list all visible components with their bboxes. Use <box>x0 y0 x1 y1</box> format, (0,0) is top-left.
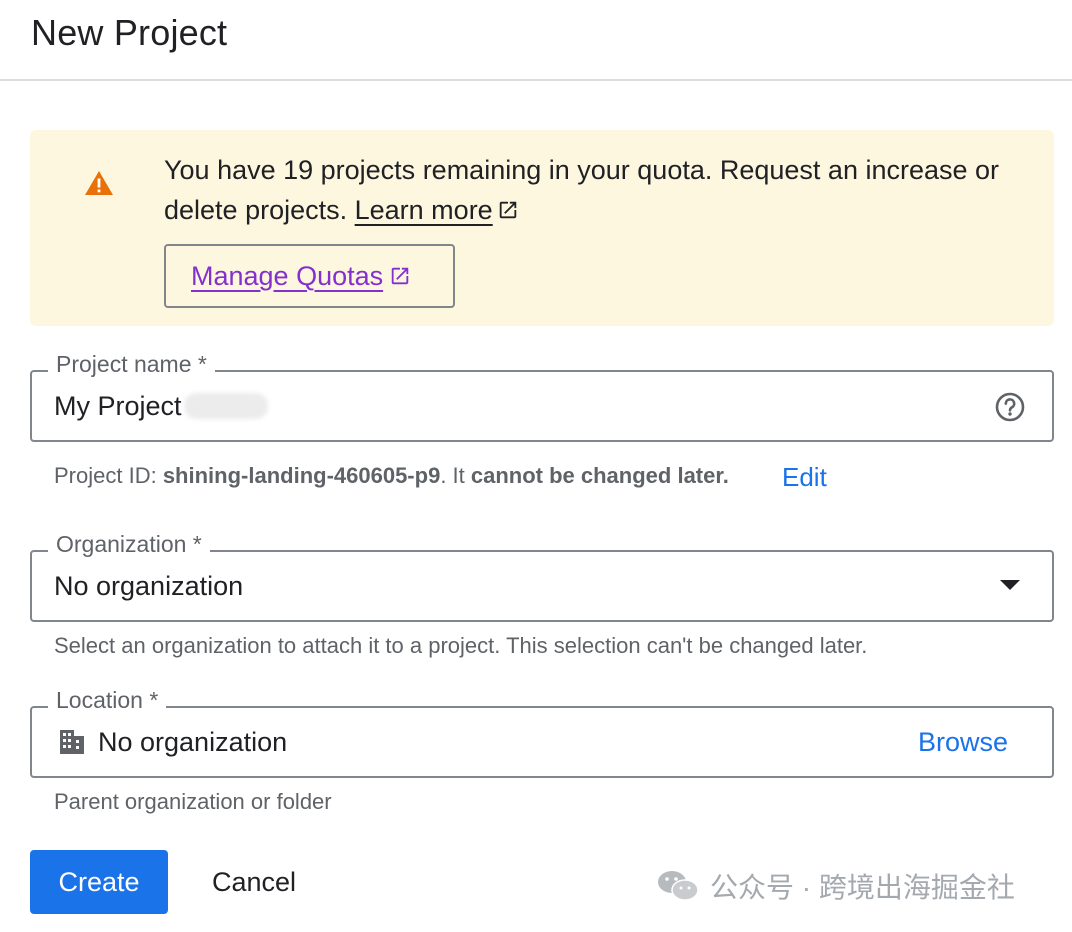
location-value: No organization <box>98 727 288 757</box>
project-id-value: shining-landing-460605-p9 <box>162 463 441 488</box>
location-label: Location * <box>48 686 167 714</box>
organization-label: Organization * <box>48 530 210 558</box>
building-icon <box>60 730 84 754</box>
help-icon[interactable] <box>994 391 1026 423</box>
edit-project-id-link[interactable]: Edit <box>782 462 827 492</box>
browse-button[interactable]: Browse <box>918 726 1008 758</box>
dropdown-arrow-icon <box>1000 580 1020 590</box>
learn-more-link[interactable]: Learn more <box>355 195 493 225</box>
location-field[interactable]: Location * No organization Browse <box>30 686 1054 778</box>
quota-message-text: You have 19 projects remaining in your q… <box>164 155 1000 225</box>
manage-quotas-label: Manage Quotas <box>191 260 384 291</box>
organization-select[interactable]: Organization * No organization <box>30 530 1054 622</box>
cancel-button[interactable]: Cancel <box>190 850 318 914</box>
project-name-field[interactable]: Project name * My Project <box>30 350 1054 442</box>
project-id-warning: cannot be changed later. <box>470 463 729 488</box>
project-name-input[interactable]: My Project <box>54 390 268 422</box>
redaction-mask <box>183 393 268 419</box>
project-name-label: Project name * <box>48 350 215 378</box>
organization-helper: Select an organization to attach it to a… <box>54 633 868 658</box>
watermark-text: 公众号 · 跨境出海掘金社 <box>710 872 1015 903</box>
manage-quotas-button[interactable]: Manage Quotas <box>164 244 455 308</box>
project-id-prefix: Project ID: <box>54 463 163 488</box>
watermark: 公众号 · 跨境出海掘金社 <box>656 866 1015 906</box>
wechat-icon <box>658 871 699 901</box>
quota-message: You have 19 projects remaining in your q… <box>164 150 1024 230</box>
warning-icon <box>85 171 113 195</box>
organization-value: No organization <box>54 571 244 601</box>
create-button[interactable]: Create <box>30 850 168 914</box>
location-helper: Parent organization or folder <box>54 789 332 814</box>
page-title: New Project <box>31 12 228 53</box>
external-link-icon <box>499 201 516 219</box>
project-id-middle: . It <box>440 463 471 488</box>
project-name-value: My Project <box>54 391 182 421</box>
external-link-icon <box>391 267 409 285</box>
dialog-header: New Project <box>0 0 1072 81</box>
project-id-helper: Project ID: shining-landing-460605-p9. I… <box>54 462 729 490</box>
